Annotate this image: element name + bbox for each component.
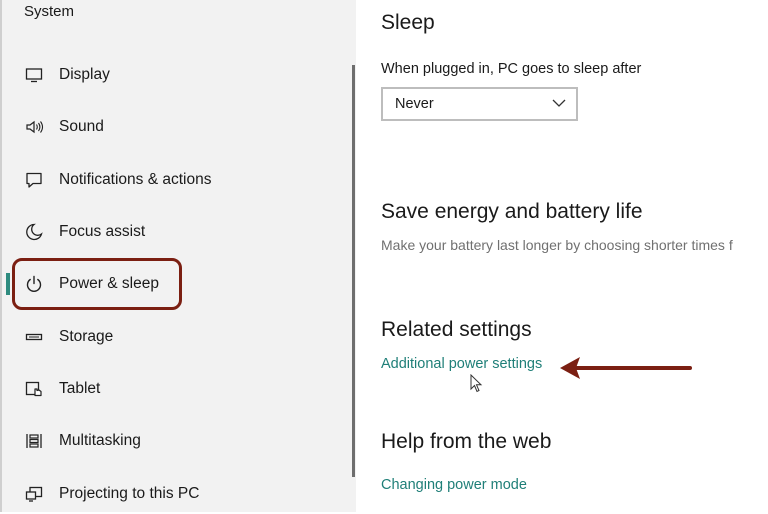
sidebar-title: System xyxy=(24,3,75,20)
speaker-icon xyxy=(23,116,45,138)
sidebar: System Display Sound Notifications & act… xyxy=(0,0,356,512)
sidebar-item-label: Storage xyxy=(59,328,114,345)
sidebar-item-display[interactable]: Display xyxy=(10,55,330,95)
sleep-heading: Sleep xyxy=(381,11,435,34)
dropdown-value: Never xyxy=(395,96,434,112)
sidebar-item-label: Multitasking xyxy=(59,432,141,449)
changing-power-mode-link[interactable]: Changing power mode xyxy=(381,477,527,493)
help-heading: Help from the web xyxy=(381,430,552,453)
storage-icon xyxy=(23,326,45,348)
sidebar-item-power-sleep[interactable]: Power & sleep xyxy=(6,264,330,304)
sidebar-item-label: Tablet xyxy=(59,380,101,397)
mouse-cursor-icon xyxy=(470,374,483,393)
sidebar-item-sound[interactable]: Sound xyxy=(10,107,330,147)
sidebar-item-label: Power & sleep xyxy=(59,275,159,292)
notification-icon xyxy=(23,169,45,191)
sidebar-item-multitasking[interactable]: Multitasking xyxy=(10,421,330,461)
display-icon xyxy=(23,64,45,86)
sidebar-scrollbar[interactable] xyxy=(352,65,355,477)
moon-icon xyxy=(23,221,45,243)
sidebar-item-label: Notifications & actions xyxy=(59,171,212,188)
chevron-down-icon xyxy=(552,96,566,112)
additional-power-settings-link[interactable]: Additional power settings xyxy=(381,356,542,372)
sidebar-item-notifications[interactable]: Notifications & actions xyxy=(10,160,330,200)
plugged-in-sleep-dropdown[interactable]: Never xyxy=(381,87,578,121)
save-energy-description: Make your battery last longer by choosin… xyxy=(381,237,733,253)
plugged-in-sleep-label: When plugged in, PC goes to sleep after xyxy=(381,61,642,77)
projecting-icon xyxy=(23,483,45,505)
sidebar-item-label: Display xyxy=(59,66,110,83)
related-settings-heading: Related settings xyxy=(381,318,532,341)
tablet-icon xyxy=(23,378,45,400)
sidebar-item-focus-assist[interactable]: Focus assist xyxy=(10,212,330,252)
sidebar-item-storage[interactable]: Storage xyxy=(10,317,330,357)
main-content: Sleep When plugged in, PC goes to sleep … xyxy=(356,0,768,512)
sidebar-item-label: Focus assist xyxy=(59,223,146,240)
sidebar-item-label: Projecting to this PC xyxy=(59,485,200,502)
selection-indicator xyxy=(6,273,10,295)
annotation-arrow-icon xyxy=(560,357,692,379)
multitasking-icon xyxy=(23,430,45,452)
save-energy-heading: Save energy and battery life xyxy=(381,200,643,223)
sidebar-item-projecting[interactable]: Projecting to this PC xyxy=(10,474,330,514)
sidebar-item-label: Sound xyxy=(59,118,104,135)
power-icon xyxy=(23,273,45,295)
sidebar-item-tablet[interactable]: Tablet xyxy=(10,369,330,409)
